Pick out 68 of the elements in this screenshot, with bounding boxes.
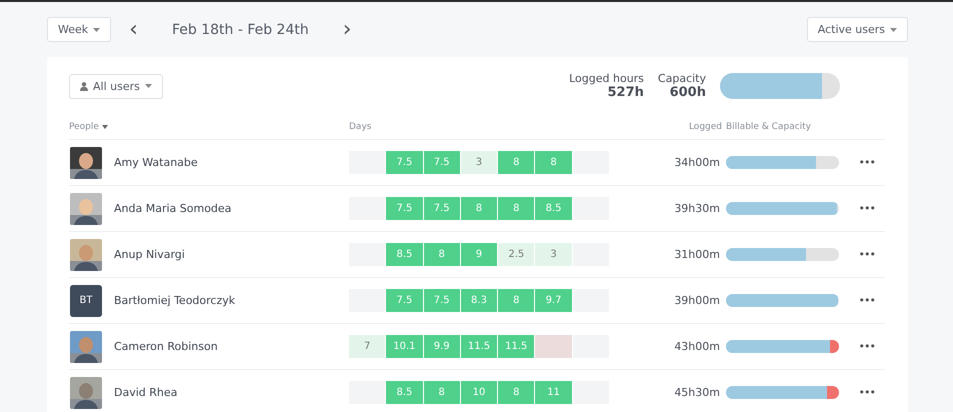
day-cell: 8: [498, 197, 534, 220]
day-cell: 8.5: [386, 243, 423, 266]
day-cell: 3: [460, 151, 498, 174]
more-button[interactable]: •••: [858, 156, 875, 169]
avatar-initials: BT: [70, 284, 102, 316]
users-dropdown[interactable]: All users: [69, 74, 163, 98]
day-cell: 9.7: [535, 289, 572, 312]
caret-icon: [890, 28, 897, 32]
logged-time: 39h00m: [674, 294, 721, 307]
day-cell: 9: [460, 243, 498, 266]
person-name: Cameron Robinson: [114, 340, 218, 353]
day-cell: 7.5: [386, 151, 423, 174]
day-cell: 11.5: [498, 335, 534, 358]
date-range: Feb 18th - Feb 24th: [172, 22, 309, 38]
column-header: Billable & Capacity: [726, 122, 812, 132]
stat-value: 600h: [670, 85, 706, 100]
logged-time: 34h00m: [674, 156, 721, 169]
person-name: Anup Nivargi: [114, 248, 185, 261]
person-name: Amy Watanabe: [114, 156, 198, 169]
day-cell: 7.5: [424, 151, 460, 174]
stat-label: Capacity: [658, 72, 706, 85]
day-cell: 7.5: [424, 289, 460, 312]
more-button[interactable]: •••: [858, 202, 875, 215]
day-cell: 7.5: [386, 197, 423, 220]
more-button[interactable]: •••: [858, 248, 875, 261]
overtime-fill: [826, 386, 839, 399]
more-button[interactable]: •••: [858, 386, 875, 399]
stat-label: Logged hours: [569, 72, 644, 85]
day-cell: 8: [424, 381, 460, 404]
day-cell: 8: [498, 289, 534, 312]
logged-time: 39h30m: [674, 202, 721, 215]
stat-value: 527h: [608, 85, 644, 100]
period-dropdown[interactable]: Week: [47, 17, 112, 42]
day-cell: 8: [535, 151, 572, 174]
day-cell: 10: [460, 381, 498, 404]
next-button[interactable]: ›: [338, 18, 356, 40]
day-cell: 7.5: [386, 289, 423, 312]
day-cell: 3: [535, 243, 572, 266]
logged-time: 43h00m: [674, 340, 721, 353]
logged-time: 31h00m: [674, 248, 721, 261]
day-cell: 7.5: [424, 197, 460, 220]
column-header: Logged: [688, 122, 723, 132]
day-cell: 8.5: [535, 197, 572, 220]
person-name: Anda Maria Somodea: [114, 202, 232, 215]
day-cell: 10.1: [386, 335, 423, 358]
sort-icon: [102, 125, 108, 129]
day-cell: 2.5: [498, 243, 534, 266]
day-cell: 8: [498, 151, 534, 174]
day-cell: 9.9: [424, 335, 460, 358]
column-header: Days: [349, 122, 372, 132]
person-name: David Rhea: [114, 386, 178, 399]
day-cell: 7: [349, 335, 386, 358]
day-cell: 8: [498, 381, 534, 404]
caret-icon: [93, 28, 100, 32]
day-cell: 8.5: [386, 381, 423, 404]
day-cell: 11.5: [460, 335, 498, 358]
person-name: Bartłomiej Teodorczyk: [114, 294, 236, 307]
user-icon: [80, 82, 88, 90]
more-button[interactable]: •••: [858, 294, 875, 307]
previous-button[interactable]: ‹: [125, 18, 142, 40]
filter-dropdown[interactable]: Active users: [806, 17, 908, 42]
logged-time: 45h30m: [674, 386, 721, 399]
more-button[interactable]: •••: [858, 340, 875, 353]
day-cell: 8: [460, 197, 498, 220]
caret-icon: [144, 84, 152, 88]
day-cell: 8: [424, 243, 460, 266]
day-cell: 8.3: [460, 289, 498, 312]
day-cell: 11: [535, 381, 572, 404]
